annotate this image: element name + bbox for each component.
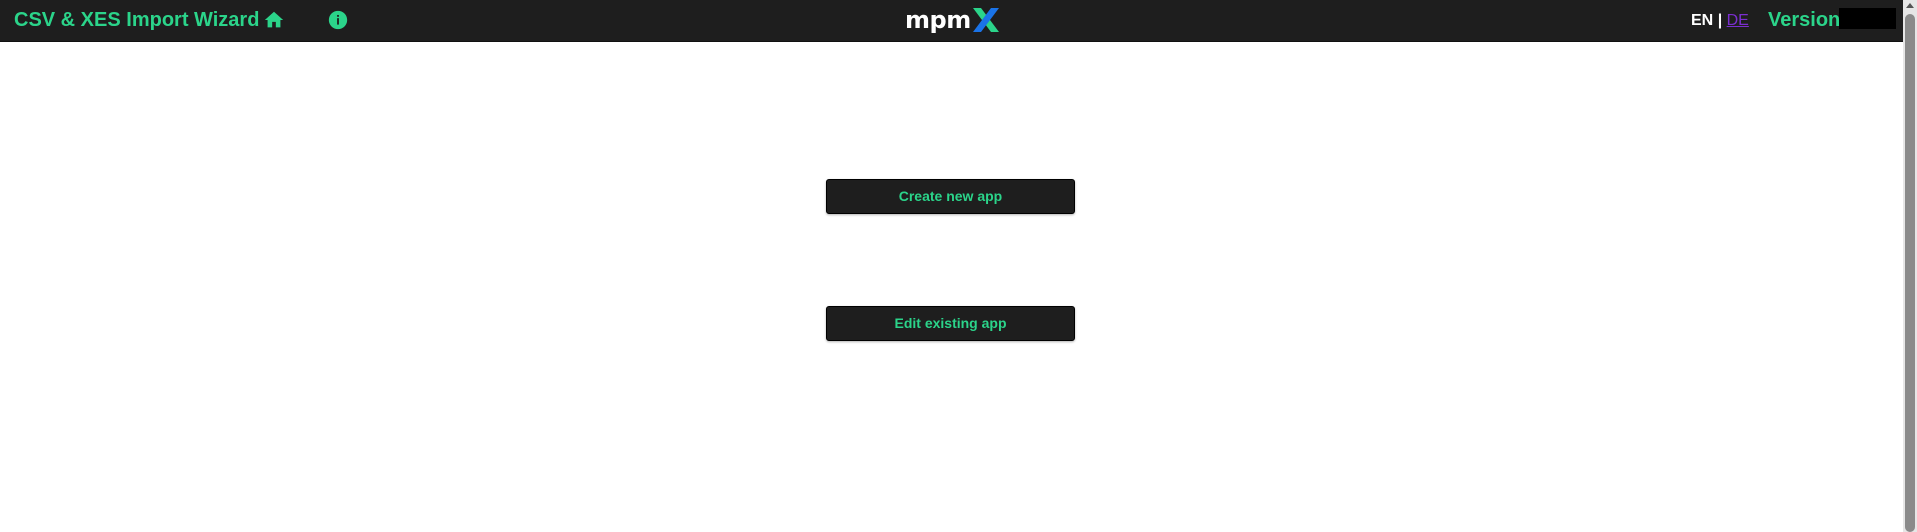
top-bar: CSV & XES Import Wizard mpm EN | DE Vers…	[0, 0, 1917, 42]
version-value-box	[1839, 8, 1896, 29]
vertical-scrollbar[interactable]	[1903, 0, 1917, 532]
page: CSV & XES Import Wizard mpm EN | DE Vers…	[0, 0, 1917, 532]
home-icon	[264, 11, 284, 28]
lang-en-link[interactable]: EN	[1691, 12, 1713, 29]
logo-x-mark	[972, 7, 1000, 33]
scroll-up-arrow-icon[interactable]	[1906, 3, 1914, 8]
edit-existing-app-button[interactable]: Edit existing app	[826, 306, 1075, 341]
version-label: Version	[1768, 9, 1841, 31]
info-button[interactable]	[327, 9, 349, 31]
info-icon	[328, 10, 348, 30]
create-new-app-button[interactable]: Create new app	[826, 179, 1075, 214]
home-button[interactable]	[263, 9, 285, 31]
app-title: CSV & XES Import Wizard	[14, 9, 260, 31]
mpmx-logo: mpm	[905, 6, 1000, 34]
lang-de-link[interactable]: DE	[1727, 12, 1749, 29]
lang-separator: |	[1717, 12, 1723, 29]
language-switcher: EN | DE	[1691, 11, 1749, 31]
scroll-thumb[interactable]	[1905, 14, 1915, 532]
logo-text: mpm	[905, 6, 971, 34]
